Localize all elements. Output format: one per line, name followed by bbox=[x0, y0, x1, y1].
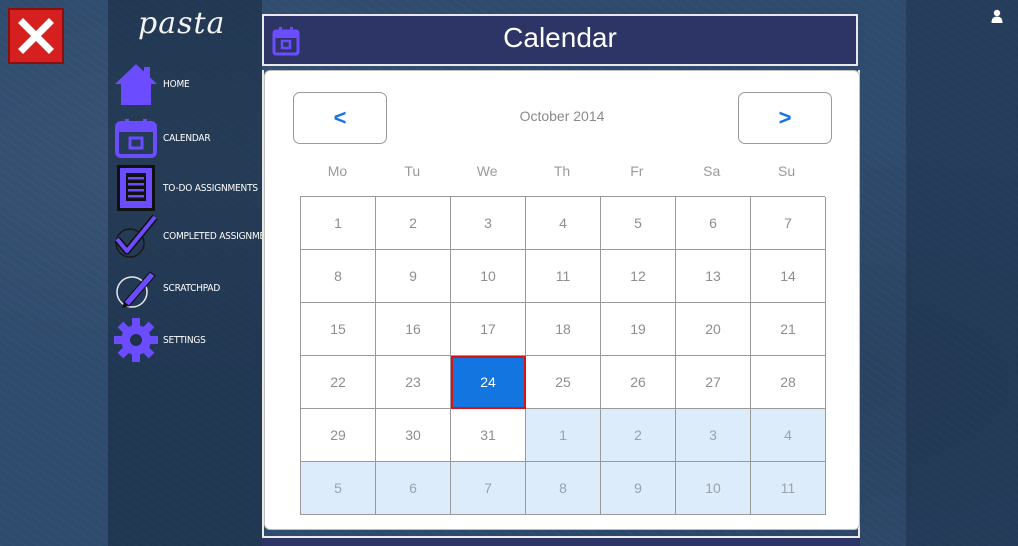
sidebar-item-label: Home bbox=[163, 78, 190, 90]
clipboard-icon bbox=[112, 164, 160, 212]
sidebar-item-settings[interactable]: Settings bbox=[112, 316, 262, 364]
close-icon bbox=[18, 18, 54, 54]
sidebar-item-label: Settings bbox=[163, 334, 206, 346]
weekday-header: Mo Tu We Th Fr Sa Su bbox=[300, 163, 824, 179]
weekday-label: Fr bbox=[630, 163, 644, 179]
day-cell[interactable]: 10 bbox=[451, 250, 526, 303]
day-cell[interactable]: 26 bbox=[601, 356, 676, 409]
day-cell[interactable]: 7 bbox=[751, 197, 826, 250]
day-cell[interactable]: 11 bbox=[526, 250, 601, 303]
day-cell[interactable]: 18 bbox=[526, 303, 601, 356]
day-cell[interactable]: 3 bbox=[451, 197, 526, 250]
day-cell-next-month[interactable]: 1 bbox=[526, 409, 601, 462]
day-cell-today[interactable]: 24 bbox=[451, 356, 526, 409]
sidebar-item-label: Scratchpad bbox=[163, 282, 221, 294]
day-cell[interactable]: 16 bbox=[376, 303, 451, 356]
day-cell[interactable]: 4 bbox=[526, 197, 601, 250]
day-cell-next-month[interactable]: 3 bbox=[676, 409, 751, 462]
day-cell[interactable]: 21 bbox=[751, 303, 826, 356]
right-panel bbox=[906, 0, 1018, 546]
weekday-label: Sa bbox=[703, 163, 721, 179]
calendar-header: Calendar bbox=[262, 14, 858, 66]
month-label: October 2014 bbox=[519, 108, 605, 124]
sidebar-item-home[interactable]: Home bbox=[112, 60, 262, 108]
day-cell-next-month[interactable]: 8 bbox=[526, 462, 601, 515]
weekday-label: We bbox=[476, 163, 498, 179]
day-cell[interactable]: 12 bbox=[601, 250, 676, 303]
day-cell[interactable]: 13 bbox=[676, 250, 751, 303]
day-cell[interactable]: 6 bbox=[676, 197, 751, 250]
sidebar-item-label: Calendar bbox=[163, 132, 211, 144]
bottom-bar bbox=[262, 536, 860, 546]
day-cell[interactable]: 25 bbox=[526, 356, 601, 409]
day-cell-next-month[interactable]: 11 bbox=[751, 462, 826, 515]
day-cell[interactable]: 14 bbox=[751, 250, 826, 303]
day-cell[interactable]: 31 bbox=[451, 409, 526, 462]
day-cell[interactable]: 1 bbox=[301, 197, 376, 250]
calendar-icon bbox=[112, 114, 160, 162]
sidebar-item-calendar[interactable]: Calendar bbox=[112, 114, 262, 162]
day-cell[interactable]: 28 bbox=[751, 356, 826, 409]
day-cell[interactable]: 20 bbox=[676, 303, 751, 356]
day-cell[interactable]: 27 bbox=[676, 356, 751, 409]
weekday-label: Th bbox=[553, 163, 571, 179]
day-cell[interactable]: 5 bbox=[601, 197, 676, 250]
prev-month-button[interactable]: < bbox=[293, 92, 387, 144]
weekday-label: Tu bbox=[404, 163, 421, 179]
user-icon[interactable] bbox=[991, 9, 1003, 23]
day-cell-next-month[interactable]: 9 bbox=[601, 462, 676, 515]
day-cell[interactable]: 30 bbox=[376, 409, 451, 462]
sidebar-item-label: To-Do Assignments bbox=[163, 182, 258, 194]
day-cell[interactable]: 8 bbox=[301, 250, 376, 303]
day-cell-next-month[interactable]: 5 bbox=[301, 462, 376, 515]
day-cell-next-month[interactable]: 4 bbox=[751, 409, 826, 462]
day-cell[interactable]: 17 bbox=[451, 303, 526, 356]
calendar-grid: 1 2 3 4 5 6 7 8 9 10 11 12 13 14 15 16 17 18 19 20 21 22 23 24 2… bbox=[300, 196, 826, 515]
app-logo: pasta bbox=[138, 6, 226, 41]
pen-icon bbox=[112, 264, 160, 312]
home-icon bbox=[112, 60, 160, 108]
day-cell[interactable]: 23 bbox=[376, 356, 451, 409]
day-cell[interactable]: 9 bbox=[376, 250, 451, 303]
day-cell[interactable]: 19 bbox=[601, 303, 676, 356]
day-cell-next-month[interactable]: 6 bbox=[376, 462, 451, 515]
next-month-button[interactable]: > bbox=[738, 92, 832, 144]
day-cell-next-month[interactable]: 2 bbox=[601, 409, 676, 462]
weekday-label: Su bbox=[778, 163, 796, 179]
weekday-label: Mo bbox=[327, 163, 348, 179]
page-title: Calendar bbox=[503, 22, 617, 53]
day-cell[interactable]: 29 bbox=[301, 409, 376, 462]
day-cell-next-month[interactable]: 10 bbox=[676, 462, 751, 515]
close-button[interactable] bbox=[8, 8, 64, 64]
gear-icon bbox=[112, 316, 160, 364]
day-cell[interactable]: 2 bbox=[376, 197, 451, 250]
day-cell[interactable]: 22 bbox=[301, 356, 376, 409]
sidebar-item-todo[interactable]: To-Do Assignments bbox=[112, 164, 262, 212]
day-cell-next-month[interactable]: 7 bbox=[451, 462, 526, 515]
day-cell[interactable]: 15 bbox=[301, 303, 376, 356]
checkmark-icon bbox=[112, 212, 160, 260]
sidebar-item-completed[interactable]: Completed Assignments bbox=[112, 212, 283, 260]
sidebar-item-scratchpad[interactable]: Scratchpad bbox=[112, 264, 262, 312]
